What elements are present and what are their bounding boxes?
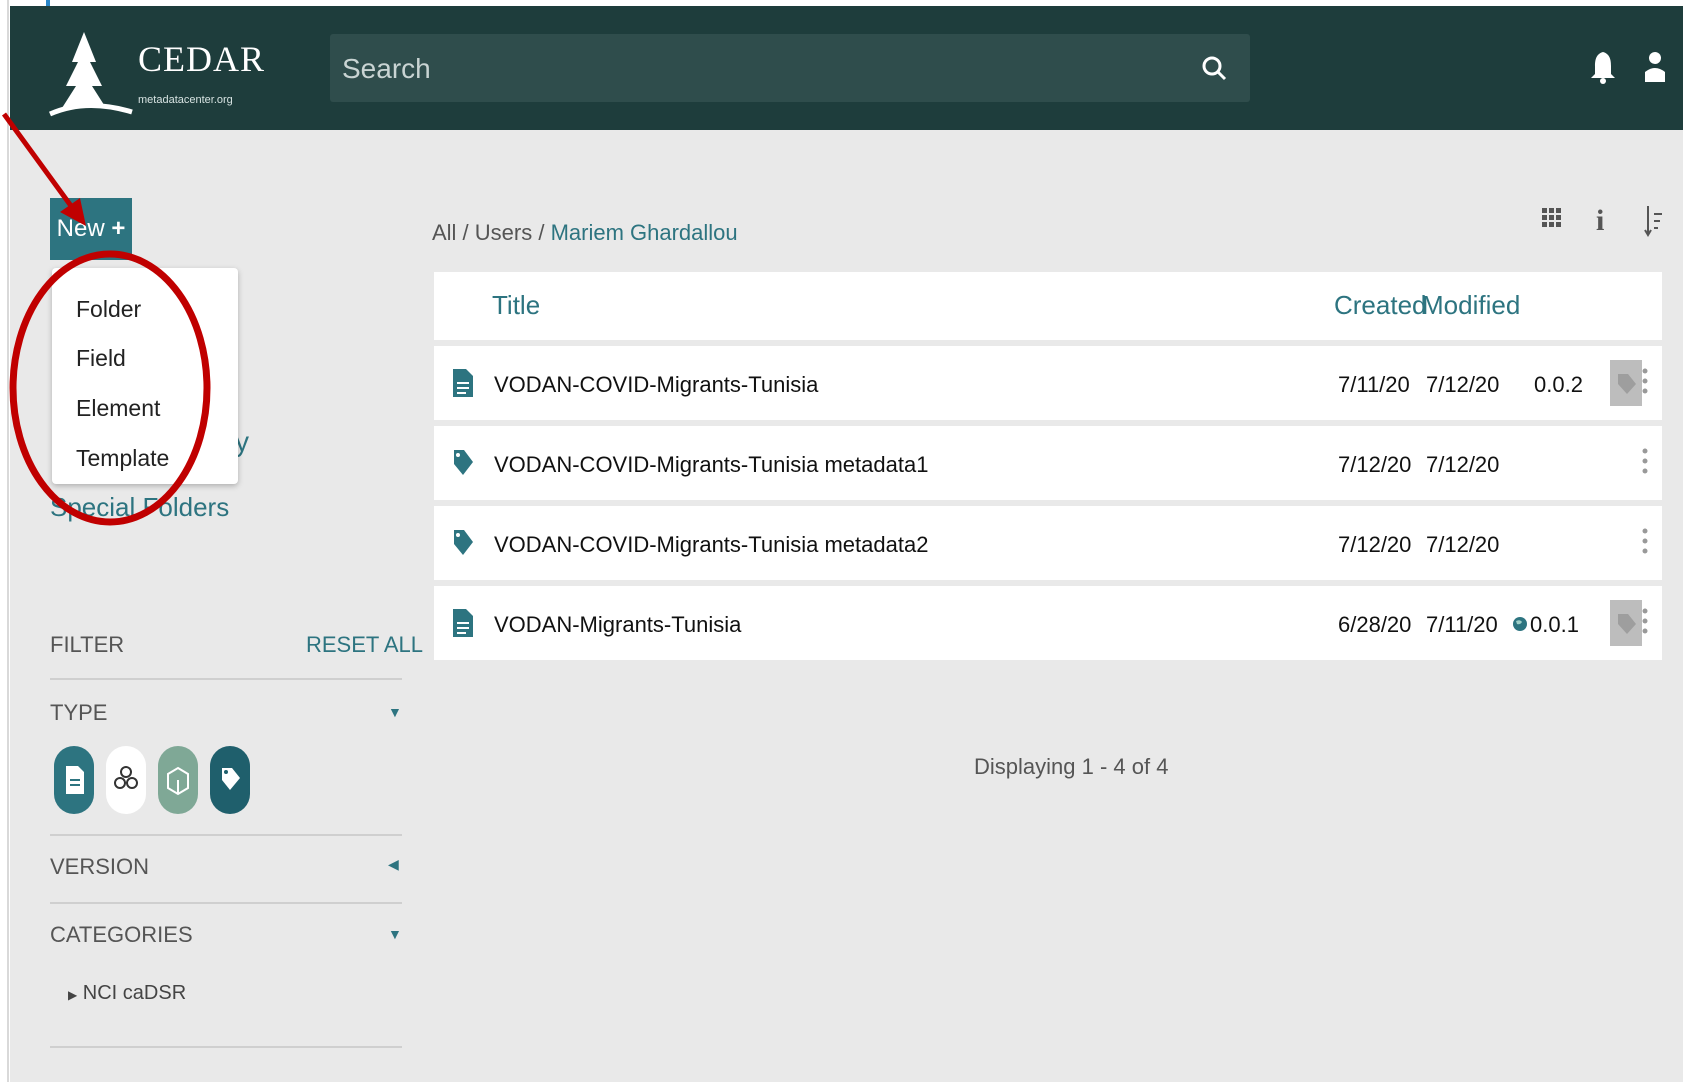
- category-item[interactable]: ▶ NCI caDSR: [68, 982, 186, 1005]
- filter-label: FILTER: [50, 632, 125, 657]
- breadcrumb-current[interactable]: Mariem Ghardallou: [551, 220, 738, 245]
- template-icon: [453, 369, 473, 397]
- new-dropdown-menu: Folder Field Element Template: [52, 268, 238, 484]
- breadcrumb: All / Users / Mariem Ghardallou: [432, 220, 738, 246]
- caret-right-icon: ▶: [68, 988, 78, 1002]
- row-modified: 7/11/20: [1426, 612, 1498, 637]
- breadcrumb-path[interactable]: All / Users /: [432, 220, 551, 245]
- search-input[interactable]: [330, 34, 1204, 104]
- more-options-icon[interactable]: [1642, 446, 1648, 480]
- menu-item-field[interactable]: Field: [76, 345, 126, 372]
- table-row[interactable]: VODAN-Migrants-Tunisia 6/28/20 7/11/20 0…: [434, 586, 1662, 660]
- table-row[interactable]: VODAN-COVID-Migrants-Tunisia metadata2 7…: [434, 506, 1662, 580]
- column-created[interactable]: Created: [1334, 290, 1427, 321]
- tag-icon[interactable]: [1610, 600, 1642, 646]
- more-options-icon[interactable]: [1642, 606, 1648, 640]
- table-row[interactable]: VODAN-COVID-Migrants-Tunisia 7/11/20 7/1…: [434, 346, 1662, 420]
- special-folders-link[interactable]: Special Folders: [50, 492, 229, 523]
- field-icon[interactable]: [158, 746, 198, 814]
- row-version: 0.0.1: [1530, 612, 1579, 637]
- sort-icon[interactable]: [1644, 204, 1666, 238]
- category-item-label: NCI caDSR: [82, 982, 187, 1004]
- template-icon[interactable]: [54, 746, 94, 814]
- categories-filter-label: CATEGORIES: [50, 922, 193, 947]
- row-modified: 7/12/20: [1426, 532, 1500, 557]
- table-row[interactable]: VODAN-COVID-Migrants-Tunisia metadata1 7…: [434, 426, 1662, 500]
- instance-icon: [454, 450, 473, 475]
- row-title: VODAN-COVID-Migrants-Tunisia metadata1: [494, 452, 929, 477]
- caret-down-icon[interactable]: ▼: [388, 926, 402, 942]
- menu-item-template[interactable]: Template: [76, 445, 169, 472]
- caret-down-icon[interactable]: ▼: [388, 704, 402, 720]
- header: CEDAR metadatacenter.org: [10, 6, 1683, 130]
- element-icon[interactable]: [106, 746, 146, 814]
- search-icon[interactable]: [1200, 54, 1228, 82]
- row-created: 6/28/20: [1338, 612, 1412, 637]
- menu-item-folder[interactable]: Folder: [76, 296, 141, 323]
- more-options-icon[interactable]: [1642, 526, 1648, 560]
- template-icon: [453, 609, 473, 637]
- instance-icon: [454, 530, 473, 555]
- new-button-label: New: [56, 215, 105, 242]
- globe-icon: [1513, 617, 1527, 631]
- version-filter-label: VERSION: [50, 854, 150, 879]
- menu-item-element[interactable]: Element: [76, 395, 160, 422]
- reset-all-button[interactable]: RESET ALL: [306, 632, 423, 658]
- divider: [50, 678, 402, 680]
- more-options-icon[interactable]: [1642, 366, 1648, 400]
- info-icon[interactable]: i: [1596, 204, 1604, 238]
- row-created: 7/12/20: [1338, 452, 1412, 477]
- row-modified: 7/12/20: [1426, 452, 1500, 477]
- divider: [50, 902, 402, 904]
- row-title: VODAN-Migrants-Tunisia: [494, 612, 742, 637]
- tree-icon: [48, 32, 133, 117]
- pagination-status: Displaying 1 - 4 of 4: [974, 754, 1169, 779]
- column-modified[interactable]: Modified: [1422, 290, 1520, 321]
- bell-icon[interactable]: [1590, 50, 1616, 84]
- tag-icon[interactable]: [1610, 360, 1642, 406]
- row-title: VODAN-COVID-Migrants-Tunisia: [494, 372, 819, 397]
- divider: [50, 834, 402, 836]
- left-edge-line: [7, 0, 9, 1082]
- app-frame: CEDAR metadatacenter.org New + y Special…: [10, 6, 1683, 1082]
- search-bar: [330, 34, 1250, 104]
- type-filter-label: TYPE: [50, 700, 108, 725]
- instance-icon[interactable]: [210, 746, 250, 814]
- user-icon[interactable]: [1643, 50, 1667, 84]
- row-version: 0.0.2: [1534, 372, 1583, 397]
- divider: [50, 1046, 402, 1048]
- logo-title: CEDAR: [138, 39, 266, 79]
- column-title[interactable]: Title: [492, 290, 540, 321]
- row-created: 7/12/20: [1338, 532, 1412, 557]
- logo-subtitle: metadatacenter.org: [138, 94, 233, 106]
- grid-view-icon[interactable]: [1540, 204, 1564, 230]
- row-modified: 7/12/20: [1426, 372, 1500, 397]
- row-title: VODAN-COVID-Migrants-Tunisia metadata2: [494, 532, 929, 557]
- caret-left-icon[interactable]: ◀: [388, 856, 399, 873]
- row-created: 7/11/20: [1338, 372, 1410, 397]
- table-header: Title Created Modified: [434, 272, 1662, 340]
- cedar-logo[interactable]: CEDAR metadatacenter.org: [46, 28, 264, 118]
- new-button[interactable]: New +: [50, 198, 132, 260]
- plus-icon: +: [111, 215, 126, 242]
